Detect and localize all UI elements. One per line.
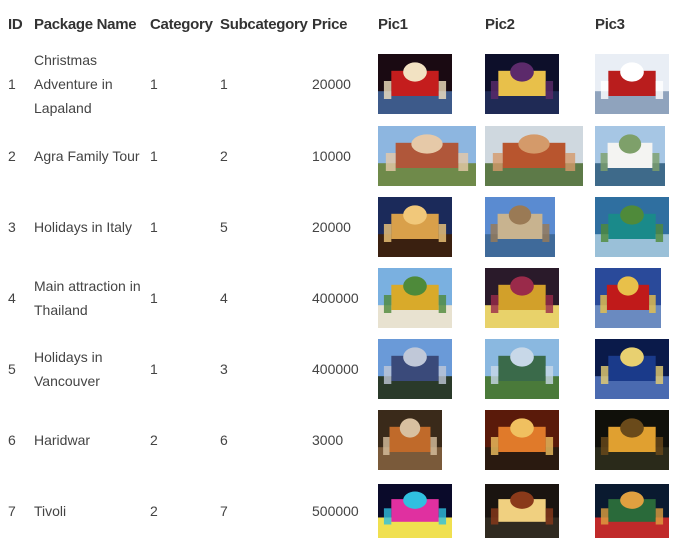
cell-pic1: [374, 262, 481, 333]
cell-pic3: [591, 120, 676, 191]
cell-pic1: [374, 475, 481, 546]
cell-subcategory: 6: [220, 431, 228, 448]
cell-pic3: [591, 475, 676, 546]
cell-subcategory: 3: [220, 360, 228, 377]
cell-package-name: Tivoli: [34, 502, 67, 519]
taj-mahal-photo: [595, 125, 665, 186]
thai-temple-photo: [378, 267, 452, 328]
header-subcategory: Subcategory: [220, 15, 308, 33]
vancouver-skyline-photo: [485, 338, 559, 399]
cell-pic2: [481, 191, 591, 262]
cell-category: 1: [150, 218, 158, 235]
cell-pic2: [481, 475, 591, 546]
cell-subcategory: 7: [220, 502, 228, 519]
cell-id: 4: [8, 289, 16, 306]
cell-id: 1: [8, 76, 16, 92]
thai-shrine-photo: [595, 267, 661, 328]
table-row: 6 Haridwar 2 6 3000: [4, 404, 676, 475]
cell-package-name: Holidays in Italy: [34, 218, 133, 235]
table-row: 1 Christmas Adventure in Lapaland 1 1 20000: [4, 48, 676, 120]
header-id: ID: [8, 15, 23, 33]
cell-category: 2: [150, 502, 158, 519]
cell-pic1: [374, 191, 481, 262]
cell-pic1: [374, 333, 481, 404]
christmas-santa-photo: [378, 54, 452, 114]
header-pic1: Pic1: [378, 15, 408, 33]
cell-package-name: Holidays in Vancouver: [34, 348, 103, 389]
cell-subcategory: 5: [220, 218, 228, 235]
cell-pic3: [591, 48, 676, 120]
tivoli-lights-photo: [378, 483, 452, 538]
lake-coast-photo: [595, 196, 669, 257]
cell-category: 1: [150, 289, 158, 306]
cell-id: 3: [8, 218, 16, 235]
cell-pic1: [374, 120, 481, 191]
cell-pic3: [591, 262, 676, 333]
cell-subcategory: 2: [220, 147, 228, 164]
cell-price: 20000: [312, 76, 351, 92]
cell-pic2: [481, 120, 591, 191]
header-pic2: Pic2: [485, 15, 515, 33]
cell-pic2: [481, 404, 591, 475]
cell-id: 6: [8, 431, 16, 448]
cell-pic3: [591, 191, 676, 262]
tivoli-pagoda-photo: [595, 483, 669, 538]
table-row: 2 Agra Family Tour 1 2 10000: [4, 120, 676, 191]
cell-price: 20000: [312, 218, 351, 235]
snow-house-photo: [595, 54, 669, 114]
header-price: Price: [312, 15, 348, 33]
haridwar-ghat-photo: [378, 409, 442, 470]
header-row: ID Package Name Category Subcategory Pri…: [4, 0, 676, 48]
table-row: 3 Holidays in Italy 1 5 20000: [4, 191, 676, 262]
cell-category: 1: [150, 76, 158, 92]
cell-package-name: Main attraction in Thailand: [34, 277, 141, 318]
cell-id: 2: [8, 147, 16, 164]
cell-price: 10000: [312, 147, 351, 164]
cell-pic3: [591, 333, 676, 404]
cell-price: 400000: [312, 289, 359, 306]
cell-pic2: [481, 262, 591, 333]
cell-subcategory: 1: [220, 76, 228, 92]
header-package-name: Package Name: [34, 15, 137, 33]
cell-id: 5: [8, 360, 16, 377]
vancouver-night-photo: [595, 338, 669, 399]
cell-category: 1: [150, 147, 158, 164]
cell-id: 7: [8, 502, 16, 519]
cell-price: 400000: [312, 360, 359, 377]
table-row: 7 Tivoli 2 7 500000: [4, 475, 676, 546]
package-table: ID Package Name Category Subcategory Pri…: [4, 0, 676, 546]
header-pic3: Pic3: [595, 15, 625, 33]
christmas-market-photo: [485, 54, 559, 114]
italian-city-photo: [485, 196, 555, 257]
cell-price: 500000: [312, 502, 359, 519]
red-fort-photo: [485, 125, 583, 186]
colosseum-photo: [378, 196, 452, 257]
cell-package-name: Agra Family Tour: [34, 147, 140, 164]
ganga-aarti-photo: [485, 409, 559, 470]
header-category: Category: [150, 15, 213, 33]
cell-price: 3000: [312, 431, 344, 448]
river-lights-photo: [595, 409, 669, 470]
cell-pic3: [591, 404, 676, 475]
table-row: 5 Holidays in Vancouver 1 3 400000: [4, 333, 676, 404]
cell-package-name: Haridwar: [34, 431, 91, 448]
cell-subcategory: 4: [220, 289, 228, 306]
cell-category: 1: [150, 360, 158, 377]
table-row: 4 Main attraction in Thailand 1 4 400000: [4, 262, 676, 333]
cell-category: 2: [150, 431, 158, 448]
package-table-page: ID Package Name Category Subcategory Pri…: [0, 0, 676, 540]
cell-pic1: [374, 48, 481, 120]
cell-package-name: Christmas Adventure in Lapaland: [34, 52, 113, 116]
cell-pic1: [374, 404, 481, 475]
thai-festival-photo: [485, 267, 559, 328]
cell-pic2: [481, 48, 591, 120]
humayun-tomb-photo: [378, 125, 476, 186]
science-world-photo: [378, 338, 452, 399]
tivoli-ride-photo: [485, 483, 559, 538]
cell-pic2: [481, 333, 591, 404]
